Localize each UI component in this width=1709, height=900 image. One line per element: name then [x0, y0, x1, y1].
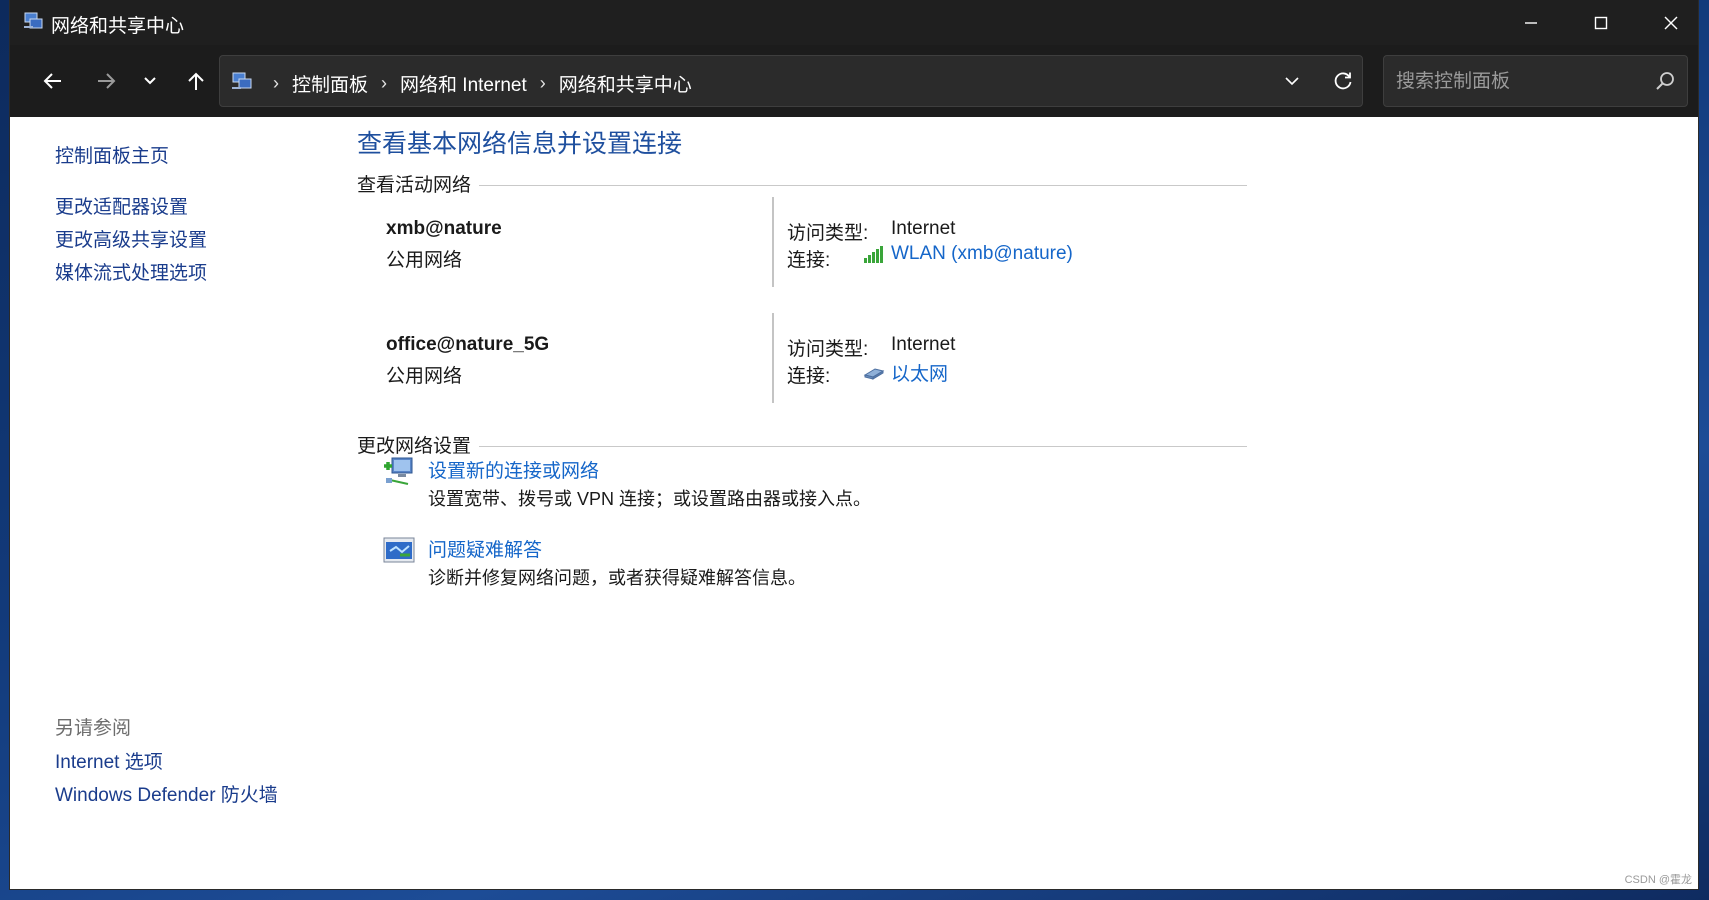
- active-network-card: office@nature_5G 公用网络 访问类型: Internet 连接:…: [357, 313, 1247, 405]
- breadcrumb-network-sharing-center[interactable]: 网络和共享中心: [559, 70, 692, 97]
- forward-button[interactable]: [86, 61, 126, 101]
- search-input[interactable]: [1394, 66, 1638, 98]
- see-also-heading: 另请参阅: [55, 718, 132, 739]
- sidebar: 控制面板主页 更改适配器设置 更改高级共享设置 媒体流式处理选项 另请参阅 In…: [10, 117, 330, 889]
- wifi-signal-icon: [864, 246, 883, 263]
- connection-link-wlan[interactable]: WLAN (xmb@nature): [863, 243, 1073, 265]
- access-type-label: 访问类型:: [787, 339, 869, 360]
- connection-link-ethernet[interactable]: 以太网: [863, 359, 948, 386]
- access-type-label: 访问类型:: [787, 223, 869, 244]
- connection-link-text[interactable]: 以太网: [891, 359, 948, 386]
- maximize-button[interactable]: [1566, 0, 1636, 45]
- refresh-icon: [1334, 72, 1352, 90]
- address-history-button[interactable]: [1277, 68, 1307, 94]
- access-type-value: Internet: [891, 334, 956, 355]
- address-bar[interactable]: › 控制面板 › 网络和 Internet › 网络和共享中心: [219, 55, 1363, 107]
- close-button[interactable]: [1636, 0, 1698, 45]
- task-new-connection: 设置新的连接或网络 设置宽带、拨号或 VPN 连接；或设置路由器或接入点。: [382, 454, 982, 514]
- breadcrumb-separator[interactable]: ›: [273, 73, 279, 94]
- search-box[interactable]: [1383, 55, 1688, 107]
- task-description: 诊断并修复网络问题，或者获得疑难解答信息。: [428, 568, 806, 588]
- navigation-bar: › 控制面板 › 网络和 Internet › 网络和共享中心: [10, 45, 1698, 117]
- network-name: office@nature_5G: [386, 334, 550, 355]
- arrow-up-icon: [188, 72, 204, 90]
- task-link[interactable]: 设置新的连接或网络: [428, 456, 599, 483]
- breadcrumb-control-panel[interactable]: 控制面板: [292, 70, 368, 97]
- access-type-value: Internet: [891, 218, 956, 239]
- network-divider: [772, 313, 774, 403]
- chevron-down-icon: [144, 77, 156, 85]
- section-divider: [357, 185, 1247, 186]
- search-icon[interactable]: [1654, 70, 1676, 92]
- page-title: 查看基本网络信息并设置连接: [357, 130, 683, 158]
- sidebar-item-internet-options[interactable]: Internet 选项: [55, 747, 163, 774]
- connection-label: 连接:: [787, 250, 831, 271]
- network-category: 公用网络: [386, 366, 463, 387]
- arrow-left-icon: [43, 73, 61, 89]
- troubleshoot-icon: [383, 537, 415, 563]
- ethernet-icon: [863, 367, 885, 380]
- connection-link-text[interactable]: WLAN (xmb@nature): [891, 243, 1073, 265]
- maximize-icon: [1594, 16, 1608, 29]
- breadcrumb: › 控制面板 › 网络和 Internet › 网络和共享中心: [260, 70, 692, 97]
- network-sharing-center-window: 网络和共享中心 › 控制面板 › 网络和 Internet › 网络和共享中心 …: [10, 0, 1698, 889]
- network-divider: [772, 197, 774, 287]
- refresh-button[interactable]: [1328, 67, 1358, 95]
- active-network-card: xmb@nature 公用网络 访问类型: Internet 连接: WLAN …: [357, 197, 1247, 289]
- sidebar-item-change-adapter-settings[interactable]: 更改适配器设置: [55, 192, 188, 219]
- sidebar-item-control-panel-home[interactable]: 控制面板主页: [55, 141, 169, 168]
- task-description: 设置宽带、拨号或 VPN 连接；或设置路由器或接入点。: [428, 489, 872, 509]
- minimize-icon: [1525, 21, 1537, 24]
- network-name: xmb@nature: [386, 218, 502, 239]
- network-category: 公用网络: [386, 250, 463, 271]
- sidebar-item-media-streaming[interactable]: 媒体流式处理选项: [55, 258, 207, 285]
- active-networks-heading: 查看活动网络: [357, 170, 480, 197]
- section-divider: [357, 446, 1247, 447]
- network-app-icon: [232, 72, 252, 89]
- new-connection-icon: [384, 457, 413, 485]
- breadcrumb-separator[interactable]: ›: [540, 73, 546, 94]
- minimize-button[interactable]: [1496, 0, 1566, 45]
- network-app-icon: [24, 12, 43, 29]
- sidebar-item-defender-firewall[interactable]: Windows Defender 防火墙: [55, 780, 278, 807]
- chevron-down-icon: [1285, 77, 1299, 86]
- breadcrumb-separator[interactable]: ›: [381, 73, 387, 94]
- title-bar: 网络和共享中心: [10, 0, 1698, 45]
- sidebar-item-change-advanced-sharing[interactable]: 更改高级共享设置: [55, 225, 207, 252]
- watermark: CSDN @霍龙: [1624, 874, 1692, 886]
- close-icon: [1664, 16, 1678, 29]
- up-button[interactable]: [176, 61, 216, 101]
- task-troubleshoot: 问题疑难解答 诊断并修复网络问题，或者获得疑难解答信息。: [382, 533, 982, 593]
- back-button[interactable]: [33, 61, 73, 101]
- main-content: 查看基本网络信息并设置连接 查看活动网络 xmb@nature 公用网络 访问类…: [330, 117, 1698, 889]
- breadcrumb-network-internet[interactable]: 网络和 Internet: [400, 70, 527, 97]
- connection-label: 连接:: [787, 366, 831, 387]
- task-link[interactable]: 问题疑难解答: [428, 535, 542, 562]
- window-title: 网络和共享中心: [51, 16, 185, 37]
- arrow-right-icon: [98, 73, 116, 89]
- recent-locations-button[interactable]: [130, 61, 170, 101]
